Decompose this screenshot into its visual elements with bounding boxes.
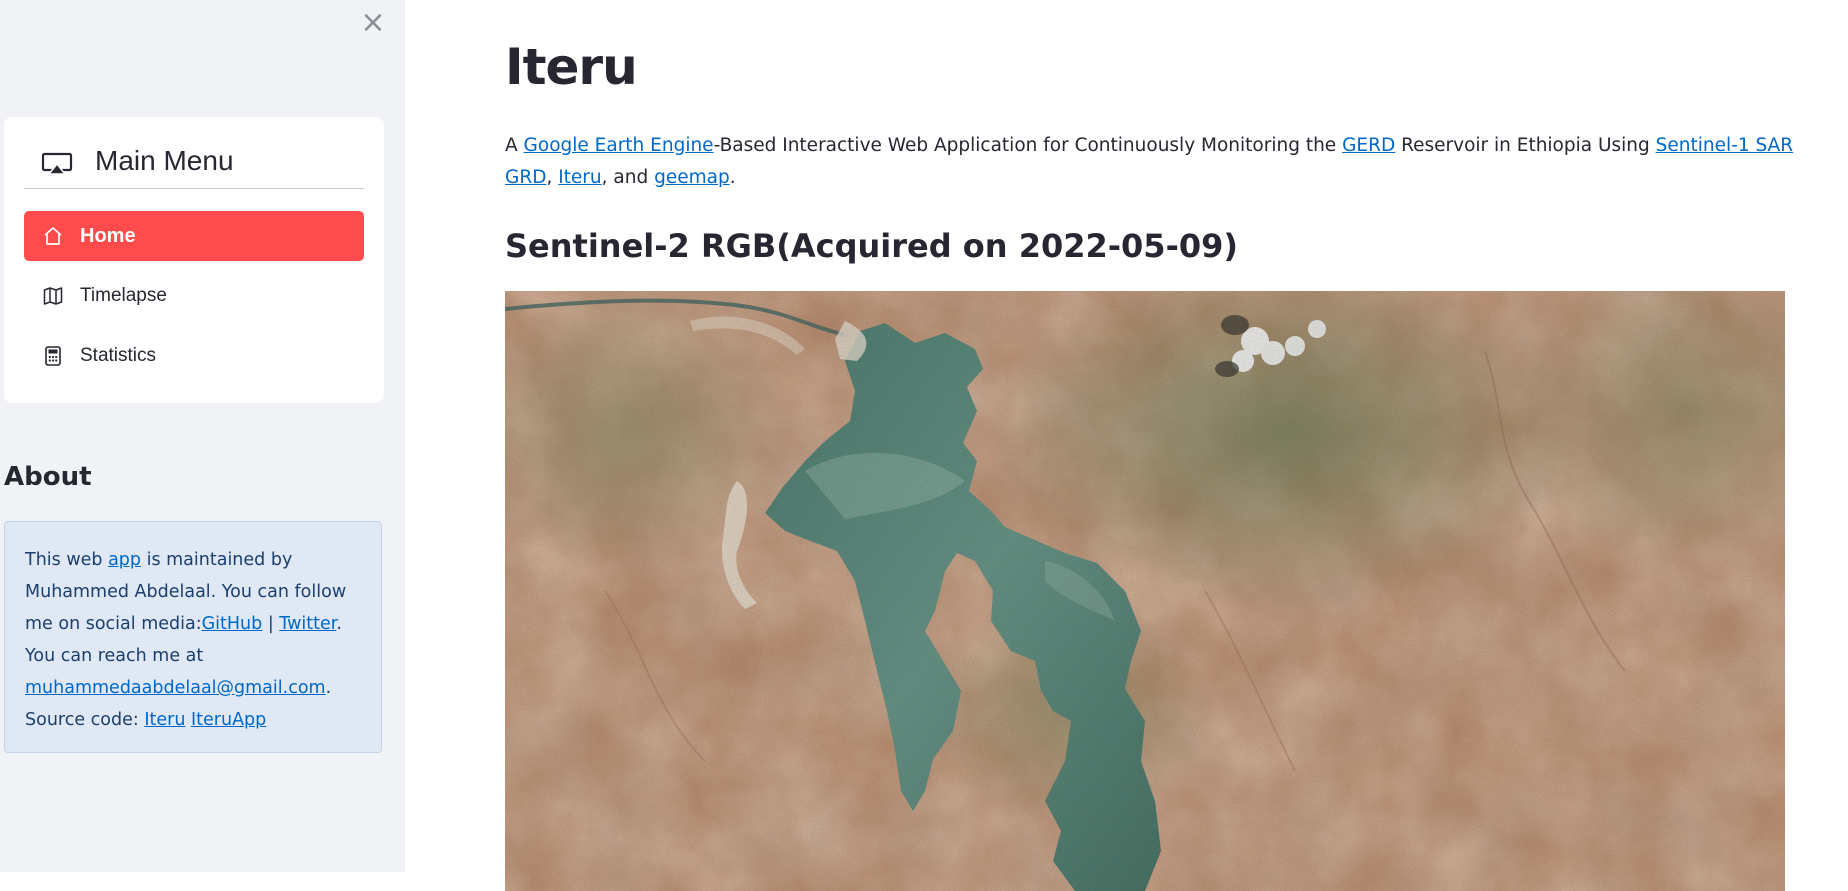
github-link[interactable]: GitHub (202, 614, 263, 634)
sentinel-2-rgb-image (505, 291, 1785, 891)
intro-text: , and (601, 167, 655, 188)
main-menu: Main Menu Home Timelapse Statistics (4, 117, 384, 403)
google-earth-engine-link[interactable]: Google Earth Engine (524, 135, 714, 156)
menu-item-label: Timelapse (80, 285, 167, 306)
page-title: Iteru (505, 38, 638, 96)
about-heading: About (4, 462, 92, 492)
email-link[interactable]: muhammedaabdelaal@gmail.com (25, 678, 326, 698)
twitter-link[interactable]: Twitter (279, 614, 336, 634)
about-text: | (262, 614, 280, 634)
map-icon (42, 285, 64, 307)
menu-item-home[interactable]: Home (24, 211, 364, 261)
intro-text: . (729, 167, 736, 188)
menu-item-timelapse[interactable]: Timelapse (24, 271, 364, 321)
menu-item-statistics[interactable]: Statistics (24, 331, 364, 381)
about-info-box: This web app is maintained by Muhammed A… (4, 521, 382, 753)
main-content: Iteru A Google Earth Engine-Based Intera… (405, 0, 1848, 891)
intro-text: , (546, 167, 559, 188)
app-link[interactable]: app (108, 550, 141, 570)
menu-item-label: Statistics (80, 345, 157, 366)
intro-paragraph: A Google Earth Engine-Based Interactive … (505, 130, 1805, 194)
menu-header: Main Menu (24, 139, 364, 189)
close-sidebar-button[interactable]: × (360, 8, 386, 38)
close-icon: × (360, 5, 386, 40)
intro-text: A (505, 135, 524, 156)
calculator-icon (42, 345, 64, 367)
iteru-link[interactable]: Iteru (558, 167, 601, 188)
iteruapp-source-link[interactable]: IteruApp (191, 710, 266, 730)
about-text: This web (25, 550, 109, 570)
geemap-link[interactable]: geemap (654, 167, 730, 188)
gerd-link[interactable]: GERD (1342, 135, 1395, 156)
intro-text: Reservoir in Ethiopia Using (1395, 135, 1656, 156)
sidebar: × Main Menu Home Timelapse Statistics Ab… (0, 0, 405, 872)
airplay-icon (41, 151, 75, 177)
intro-text: -Based Interactive Web Application for C… (713, 135, 1343, 156)
menu-item-label: Home (80, 224, 136, 247)
image-heading: Sentinel-2 RGB(Acquired on 2022-05-09) (505, 227, 1238, 265)
iteru-source-link[interactable]: Iteru (144, 710, 185, 730)
menu-title: Main Menu (95, 144, 234, 176)
house-icon (42, 225, 64, 247)
